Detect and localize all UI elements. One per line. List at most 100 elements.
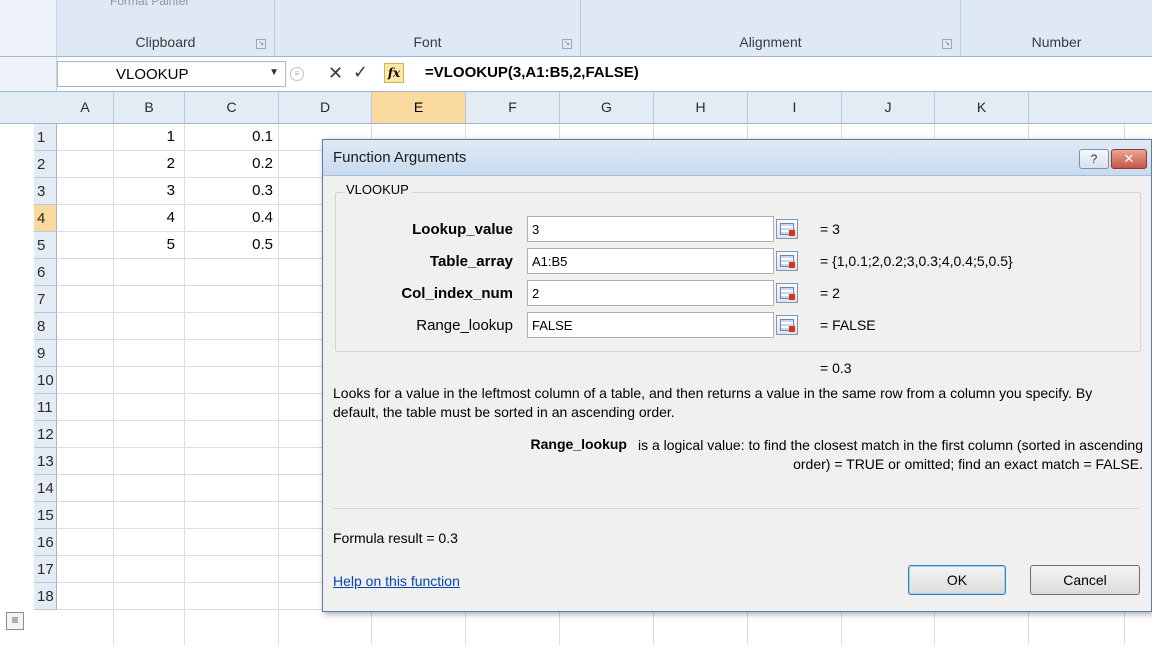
cell-a4[interactable]: 4: [115, 209, 175, 226]
row-header-16[interactable]: 16: [34, 529, 57, 556]
gridline: [113, 124, 114, 645]
range-lookup-input[interactable]: FALSE: [527, 312, 774, 338]
cell-b1[interactable]: 0.1: [213, 128, 273, 145]
function-description: Looks for a value in the leftmost column…: [333, 385, 1093, 420]
clipboard-group-label: Clipboard: [135, 34, 196, 50]
row-header-13[interactable]: 13: [34, 448, 57, 475]
formula-bar: VLOOKUP ▼ ≡ ✕ ✓ fx =VLOOKUP(3,A1:B5,2,FA…: [0, 56, 1152, 92]
dialog-titlebar[interactable]: Function Arguments ? ✕: [323, 140, 1151, 176]
formula-bar-left-margin: [0, 57, 57, 91]
row-header-4[interactable]: 4: [34, 205, 57, 232]
col-index-num-input[interactable]: 2: [527, 280, 774, 306]
enter-entry-icon[interactable]: ✓: [353, 62, 368, 83]
cell-a2[interactable]: 2: [115, 155, 175, 172]
range-select-icon: [780, 287, 795, 300]
function-name-label: VLOOKUP: [343, 182, 412, 197]
font-launcher-icon[interactable]: ↘: [562, 39, 572, 49]
column-header-h[interactable]: H: [654, 92, 748, 123]
number-group-label: Number: [1031, 34, 1082, 50]
row-header-7[interactable]: 7: [34, 286, 57, 313]
number-group: Number: [961, 0, 1152, 56]
font-group: Font ↘: [275, 0, 581, 56]
row-header-3[interactable]: 3: [34, 178, 57, 205]
close-icon[interactable]: ✕: [1111, 149, 1147, 169]
row-header-5[interactable]: 5: [34, 232, 57, 259]
ribbon: Format Painter Clipboard ↘ Font ↘ Alignm…: [0, 0, 1152, 56]
cell-b3[interactable]: 0.3: [213, 182, 273, 199]
row-header-9[interactable]: 9: [34, 340, 57, 367]
row-header-18[interactable]: 18: [34, 583, 57, 610]
left-margin: [0, 124, 34, 645]
clipboard-group: Clipboard ↘: [57, 0, 275, 56]
arg-label-lookup-value: Lookup_value: [412, 221, 513, 238]
collapse-dialog-button[interactable]: [776, 315, 798, 335]
row-header-14[interactable]: 14: [34, 475, 57, 502]
cell-b5[interactable]: 0.5: [213, 236, 273, 253]
collapse-dialog-button[interactable]: [776, 251, 798, 271]
row-header-10[interactable]: 10: [34, 367, 57, 394]
column-header-c[interactable]: C: [185, 92, 279, 123]
alignment-group-label: Alignment: [739, 34, 802, 50]
column-header-f[interactable]: F: [466, 92, 560, 123]
ribbon-left-margin: [0, 0, 57, 56]
name-box-value: VLOOKUP: [116, 66, 189, 83]
cell-a1[interactable]: 1: [115, 128, 175, 145]
sheet-list-icon[interactable]: ≡: [6, 612, 24, 630]
lookup-value-input[interactable]: 3: [527, 216, 774, 242]
arg-label-range-lookup: Range_lookup: [416, 317, 513, 334]
column-header-k[interactable]: K: [935, 92, 1029, 123]
chevron-down-icon[interactable]: ▼: [269, 67, 279, 78]
arg-description-text: is a logical value: to find the closest …: [637, 437, 1143, 472]
table-array-input[interactable]: A1:B5: [527, 248, 774, 274]
row-header-1[interactable]: 1: [34, 124, 57, 151]
column-header-i[interactable]: I: [748, 92, 842, 123]
row-header-12[interactable]: 12: [34, 421, 57, 448]
clipboard-launcher-icon[interactable]: ↘: [256, 39, 266, 49]
insert-function-icon[interactable]: fx: [384, 63, 404, 83]
range-select-icon: [780, 223, 795, 236]
row-headers: 1 2 3 4 5 6 7 8 9 10 11 12 13 14 15 16 17 18: [34, 124, 57, 645]
arg-eval-col-index-num: = 2: [820, 285, 840, 301]
column-header-e[interactable]: E: [372, 92, 466, 123]
arg-label-table-array: Table_array: [429, 253, 513, 270]
row-header-8[interactable]: 8: [34, 313, 57, 340]
formula-input[interactable]: =VLOOKUP(3,A1:B5,2,FALSE): [425, 64, 639, 81]
row-header-11[interactable]: 11: [34, 394, 57, 421]
row-header-17[interactable]: 17: [34, 556, 57, 583]
column-header-j[interactable]: J: [842, 92, 935, 123]
cell-a3[interactable]: 3: [115, 182, 175, 199]
formula-result: Formula result = 0.3: [333, 530, 458, 546]
ok-button[interactable]: OK: [908, 565, 1006, 595]
cell-a5[interactable]: 5: [115, 236, 175, 253]
gridline: [278, 124, 279, 645]
divider: [333, 508, 1139, 509]
alignment-launcher-icon[interactable]: ↘: [942, 39, 952, 49]
formula-bar-dot-icon: ≡: [290, 67, 304, 81]
cancel-entry-icon[interactable]: ✕: [328, 63, 343, 84]
collapse-dialog-button[interactable]: [776, 219, 798, 239]
arg-description-name: Range_lookup: [530, 436, 627, 452]
row-header-6[interactable]: 6: [34, 259, 57, 286]
dialog-title: Function Arguments: [333, 149, 467, 166]
column-header-b[interactable]: B: [114, 92, 185, 123]
column-header-d[interactable]: D: [279, 92, 372, 123]
alignment-group: Alignment ↘: [581, 0, 961, 56]
function-result-preview: = 0.3: [820, 360, 852, 376]
row-header-2[interactable]: 2: [34, 151, 57, 178]
gridline: [184, 124, 185, 645]
arg-eval-range-lookup: = FALSE: [820, 317, 876, 333]
column-header-a[interactable]: A: [57, 92, 114, 123]
column-header-g[interactable]: G: [560, 92, 654, 123]
help-icon[interactable]: ?: [1079, 149, 1109, 169]
function-arguments-dialog: Function Arguments ? ✕ VLOOKUP Lookup_va…: [322, 139, 1152, 612]
cell-b4[interactable]: 0.4: [213, 209, 273, 226]
name-box[interactable]: VLOOKUP ▼: [57, 61, 286, 87]
arg-label-col-index-num: Col_index_num: [401, 285, 513, 302]
cell-b2[interactable]: 0.2: [213, 155, 273, 172]
row-header-15[interactable]: 15: [34, 502, 57, 529]
font-group-label: Font: [413, 34, 442, 50]
collapse-dialog-button[interactable]: [776, 283, 798, 303]
range-select-icon: [780, 255, 795, 268]
cancel-button[interactable]: Cancel: [1030, 565, 1140, 595]
help-link[interactable]: Help on this function: [333, 573, 460, 589]
